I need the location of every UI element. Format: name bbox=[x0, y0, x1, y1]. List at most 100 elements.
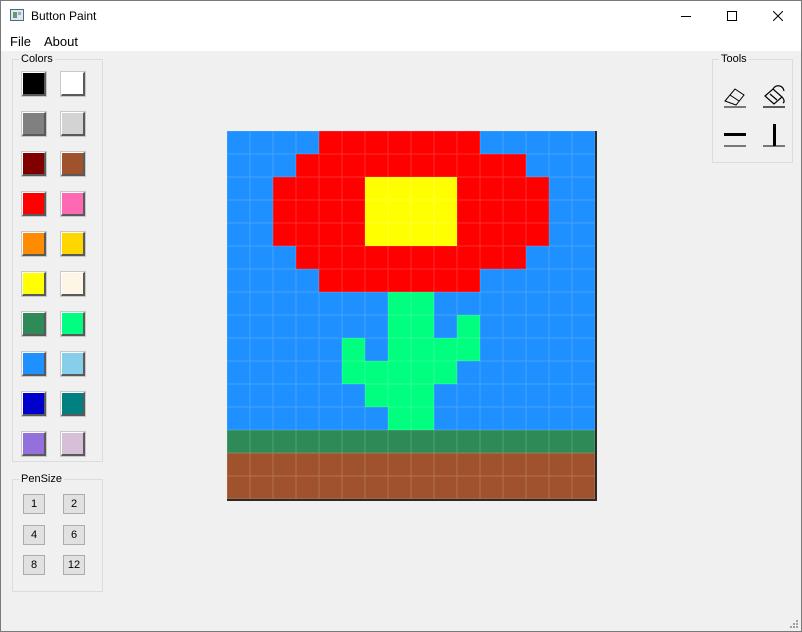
canvas-pixel[interactable] bbox=[572, 338, 595, 361]
canvas-pixel[interactable] bbox=[572, 177, 595, 200]
canvas-pixel[interactable] bbox=[434, 453, 457, 476]
canvas-pixel[interactable] bbox=[342, 200, 365, 223]
canvas-pixel[interactable] bbox=[388, 361, 411, 384]
canvas-pixel[interactable] bbox=[388, 154, 411, 177]
canvas-pixel[interactable] bbox=[526, 246, 549, 269]
canvas-pixel[interactable] bbox=[434, 361, 457, 384]
pen-size-2-button[interactable]: 2 bbox=[63, 494, 85, 514]
color-swatch-button[interactable] bbox=[21, 71, 47, 97]
canvas-pixel[interactable] bbox=[296, 223, 319, 246]
canvas-pixel[interactable] bbox=[296, 200, 319, 223]
canvas-pixel[interactable] bbox=[273, 223, 296, 246]
canvas-pixel[interactable] bbox=[572, 476, 595, 499]
canvas-pixel[interactable] bbox=[227, 269, 250, 292]
eraser-button[interactable] bbox=[722, 83, 748, 109]
fill-bucket-button[interactable] bbox=[761, 83, 787, 109]
canvas-pixel[interactable] bbox=[388, 338, 411, 361]
canvas-pixel[interactable] bbox=[250, 430, 273, 453]
canvas-pixel[interactable] bbox=[388, 476, 411, 499]
canvas-pixel[interactable] bbox=[480, 407, 503, 430]
canvas-pixel[interactable] bbox=[273, 407, 296, 430]
canvas-pixel[interactable] bbox=[296, 292, 319, 315]
canvas-pixel[interactable] bbox=[434, 292, 457, 315]
canvas-pixel[interactable] bbox=[296, 246, 319, 269]
canvas-pixel[interactable] bbox=[549, 430, 572, 453]
canvas-pixel[interactable] bbox=[388, 292, 411, 315]
canvas-pixel[interactable] bbox=[365, 315, 388, 338]
canvas-pixel[interactable] bbox=[503, 131, 526, 154]
canvas-pixel[interactable] bbox=[250, 407, 273, 430]
canvas-pixel[interactable] bbox=[503, 292, 526, 315]
canvas-pixel[interactable] bbox=[365, 246, 388, 269]
menu-file[interactable]: File bbox=[10, 34, 31, 49]
canvas-pixel[interactable] bbox=[549, 131, 572, 154]
canvas-pixel[interactable] bbox=[411, 269, 434, 292]
canvas-pixel[interactable] bbox=[434, 430, 457, 453]
canvas-pixel[interactable] bbox=[227, 315, 250, 338]
canvas-pixel[interactable] bbox=[480, 154, 503, 177]
canvas-pixel[interactable] bbox=[227, 453, 250, 476]
canvas-pixel[interactable] bbox=[549, 476, 572, 499]
canvas-pixel[interactable] bbox=[342, 292, 365, 315]
canvas-pixel[interactable] bbox=[572, 361, 595, 384]
canvas-pixel[interactable] bbox=[227, 223, 250, 246]
canvas-pixel[interactable] bbox=[342, 338, 365, 361]
canvas-pixel[interactable] bbox=[296, 154, 319, 177]
canvas-pixel[interactable] bbox=[480, 430, 503, 453]
canvas-pixel[interactable] bbox=[434, 154, 457, 177]
canvas-pixel[interactable] bbox=[250, 338, 273, 361]
canvas-pixel[interactable] bbox=[572, 315, 595, 338]
canvas-pixel[interactable] bbox=[227, 384, 250, 407]
canvas-pixel[interactable] bbox=[388, 269, 411, 292]
canvas-pixel[interactable] bbox=[434, 246, 457, 269]
color-swatch-button[interactable] bbox=[21, 271, 47, 297]
canvas-pixel[interactable] bbox=[319, 361, 342, 384]
color-swatch-button[interactable] bbox=[21, 111, 47, 137]
canvas-pixel[interactable] bbox=[526, 476, 549, 499]
canvas-pixel[interactable] bbox=[526, 177, 549, 200]
canvas-pixel[interactable] bbox=[480, 269, 503, 292]
canvas-pixel[interactable] bbox=[503, 154, 526, 177]
canvas-pixel[interactable] bbox=[365, 407, 388, 430]
canvas-pixel[interactable] bbox=[250, 292, 273, 315]
canvas-pixel[interactable] bbox=[411, 131, 434, 154]
canvas-pixel[interactable] bbox=[480, 361, 503, 384]
canvas-pixel[interactable] bbox=[365, 476, 388, 499]
canvas-pixel[interactable] bbox=[457, 131, 480, 154]
canvas-pixel[interactable] bbox=[480, 453, 503, 476]
color-swatch-button[interactable] bbox=[21, 151, 47, 177]
canvas-pixel[interactable] bbox=[411, 407, 434, 430]
canvas-pixel[interactable] bbox=[273, 269, 296, 292]
canvas-pixel[interactable] bbox=[572, 131, 595, 154]
canvas-pixel[interactable] bbox=[503, 177, 526, 200]
canvas-pixel[interactable] bbox=[388, 430, 411, 453]
canvas-pixel[interactable] bbox=[503, 200, 526, 223]
canvas-pixel[interactable] bbox=[365, 154, 388, 177]
canvas-pixel[interactable] bbox=[319, 407, 342, 430]
canvas-pixel[interactable] bbox=[227, 177, 250, 200]
color-swatch-button[interactable] bbox=[21, 431, 47, 457]
canvas-pixel[interactable] bbox=[319, 476, 342, 499]
canvas-pixel[interactable] bbox=[296, 407, 319, 430]
canvas-pixel[interactable] bbox=[411, 476, 434, 499]
canvas-pixel[interactable] bbox=[549, 292, 572, 315]
pixel-canvas[interactable] bbox=[227, 131, 597, 501]
canvas-pixel[interactable] bbox=[480, 292, 503, 315]
canvas-pixel[interactable] bbox=[526, 361, 549, 384]
canvas-pixel[interactable] bbox=[526, 453, 549, 476]
canvas-pixel[interactable] bbox=[480, 246, 503, 269]
canvas-pixel[interactable] bbox=[227, 154, 250, 177]
canvas-pixel[interactable] bbox=[319, 200, 342, 223]
canvas-pixel[interactable] bbox=[480, 476, 503, 499]
canvas-pixel[interactable] bbox=[434, 384, 457, 407]
canvas-pixel[interactable] bbox=[457, 246, 480, 269]
canvas-pixel[interactable] bbox=[503, 269, 526, 292]
canvas-pixel[interactable] bbox=[457, 269, 480, 292]
canvas-pixel[interactable] bbox=[526, 292, 549, 315]
canvas-pixel[interactable] bbox=[273, 177, 296, 200]
canvas-pixel[interactable] bbox=[411, 154, 434, 177]
canvas-pixel[interactable] bbox=[227, 246, 250, 269]
canvas-pixel[interactable] bbox=[549, 453, 572, 476]
canvas-pixel[interactable] bbox=[388, 453, 411, 476]
canvas-pixel[interactable] bbox=[273, 246, 296, 269]
